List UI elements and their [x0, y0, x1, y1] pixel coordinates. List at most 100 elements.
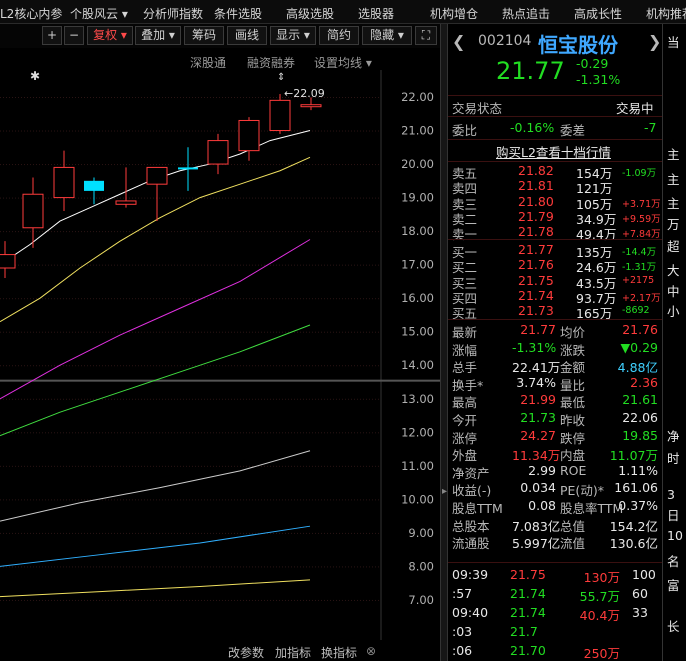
- rongzi-link[interactable]: 融资融券: [247, 54, 295, 71]
- grid-dot: [369, 465, 370, 467]
- grid-dot: [297, 499, 298, 501]
- grid-dot: [132, 164, 133, 166]
- display-button[interactable]: 显示 ▾: [270, 26, 316, 45]
- grid-dot: [303, 130, 304, 132]
- y-tick-label: 10.00: [401, 492, 434, 506]
- kline-chart[interactable]: 22.0021.0020.0019.0018.0017.0016.0015.00…: [0, 70, 440, 640]
- nav-item-7[interactable]: 热点追击: [502, 5, 550, 22]
- grid-dot: [303, 566, 304, 568]
- grid-dot: [30, 164, 31, 166]
- grid-dot: [9, 365, 10, 367]
- expand-icon[interactable]: ⛶: [415, 26, 437, 45]
- grid-dot: [360, 231, 361, 233]
- hide-button[interactable]: 隐藏 ▾: [362, 26, 412, 45]
- grid-dot: [105, 599, 106, 601]
- zoom-out-button[interactable]: −: [64, 26, 84, 45]
- grid-dot: [192, 432, 193, 434]
- grid-dot: [315, 197, 316, 199]
- grid-dot: [87, 532, 88, 534]
- nav-item-3[interactable]: 条件选股: [214, 5, 262, 22]
- grid-dot: [231, 331, 232, 333]
- grid-dot: [81, 231, 82, 233]
- grid-dot: [375, 465, 376, 467]
- grid-dot: [159, 432, 160, 434]
- nav-item-1[interactable]: 个股风云 ▾: [70, 5, 128, 22]
- grid-dot: [339, 365, 340, 367]
- grid-dot: [117, 97, 118, 98]
- grid-dot: [33, 331, 34, 333]
- tick-count: 60: [632, 586, 648, 601]
- candle-body: [207, 140, 229, 165]
- grid-dot: [21, 599, 22, 601]
- switch-indicator-button[interactable]: 换指标: [321, 644, 357, 661]
- grid-dot: [219, 231, 220, 233]
- l2-link[interactable]: 购买L2查看十档行情: [496, 142, 611, 161]
- grid-dot: [177, 465, 178, 467]
- collapse-arrow-icon[interactable]: ▸: [442, 486, 447, 497]
- tick-time: 09:40: [452, 605, 489, 620]
- grid-dot: [123, 197, 124, 199]
- grid-dot: [93, 298, 94, 300]
- grid-dot: [345, 599, 346, 601]
- grid-dot: [201, 130, 202, 132]
- fuquan-button[interactable]: 复权 ▾: [87, 26, 133, 45]
- ma-settings-button[interactable]: 设置均线 ▾: [314, 54, 372, 71]
- grid-dot: [159, 264, 160, 266]
- grid-dot: [228, 432, 229, 434]
- grid-dot: [45, 164, 46, 166]
- chips-button[interactable]: 筹码: [184, 26, 224, 45]
- grid-dot: [87, 164, 88, 166]
- grid-dot: [243, 532, 244, 534]
- grid-dot: [240, 197, 241, 199]
- draw-line-button[interactable]: 画线: [227, 26, 267, 45]
- grid-dot: [48, 599, 49, 601]
- grid-dot: [360, 331, 361, 333]
- panel-splitter[interactable]: ▸: [440, 24, 448, 661]
- grid-dot: [39, 164, 40, 166]
- grid-dot: [48, 130, 49, 132]
- grid-dot: [165, 97, 166, 98]
- zoom-in-button[interactable]: +: [42, 26, 62, 45]
- add-indicator-button[interactable]: 加指标: [275, 644, 311, 661]
- grid-dot: [141, 432, 142, 434]
- stat-label: 涨跌: [560, 342, 586, 358]
- nav-item-0[interactable]: L2核心内参: [0, 5, 62, 22]
- grid-dot: [240, 298, 241, 300]
- nav-item-9[interactable]: 机构推荐: [646, 5, 686, 22]
- grid-dot: [138, 599, 139, 601]
- overlay-button[interactable]: 叠加 ▾: [135, 26, 181, 45]
- grid-dot: [210, 97, 211, 98]
- nav-item-4[interactable]: 高级选股: [286, 5, 334, 22]
- nav-item-6[interactable]: 机构增仓: [430, 5, 478, 22]
- grid-dot: [294, 566, 295, 568]
- grid-dot: [243, 432, 244, 434]
- shengu-link[interactable]: 深股通: [190, 54, 226, 71]
- grid-dot: [351, 432, 352, 434]
- grid-dot: [204, 197, 205, 199]
- nav-item-5[interactable]: 选股器: [358, 5, 394, 22]
- grid-dot: [213, 532, 214, 534]
- grid-dot: [267, 566, 268, 568]
- grid-dot: [63, 398, 64, 400]
- nav-item-2[interactable]: 分析师指数: [143, 5, 203, 22]
- grid-dot: [219, 298, 220, 300]
- grid-dot: [363, 197, 364, 199]
- grid-dot: [69, 164, 70, 166]
- next-stock-icon[interactable]: ❯: [648, 32, 661, 51]
- simple-button[interactable]: 简约: [319, 26, 359, 45]
- grid-dot: [75, 264, 76, 266]
- grid-dot: [96, 432, 97, 434]
- grid-dot: [48, 499, 49, 501]
- grid-dot: [330, 398, 331, 400]
- close-indicator-icon[interactable]: ⊗: [366, 644, 376, 658]
- grid-dot: [24, 365, 25, 367]
- grid-dot: [306, 331, 307, 333]
- prev-stock-icon[interactable]: ❮: [452, 32, 465, 51]
- change-params-button[interactable]: 改参数: [228, 644, 264, 661]
- grid-dot: [120, 264, 121, 266]
- grid-dot: [81, 398, 82, 400]
- grid-dot: [216, 532, 217, 534]
- grid-dot: [327, 130, 328, 132]
- grid-dot: [255, 164, 256, 166]
- nav-item-8[interactable]: 高成长性: [574, 5, 622, 22]
